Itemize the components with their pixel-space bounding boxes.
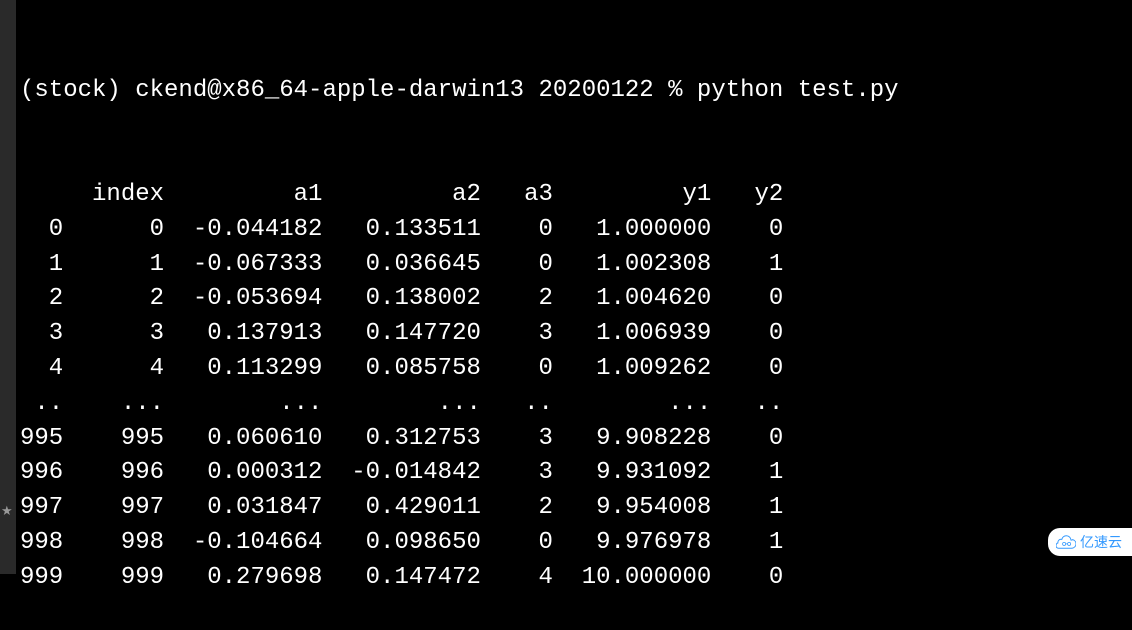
table-row: 4 4 0.113299 0.085758 0 1.009262 0 bbox=[20, 352, 1132, 387]
watermark-badge: 亿速云 bbox=[1048, 528, 1132, 556]
table-row: 999 999 0.279698 0.147472 4 10.000000 0 bbox=[20, 561, 1132, 596]
table-header: index a1 a2 a3 y1 y2 bbox=[20, 178, 1132, 213]
ide-sidebar: Favorites ★ bbox=[0, 0, 16, 574]
table-row: 996 996 0.000312 -0.014842 3 9.931092 1 bbox=[20, 456, 1132, 491]
table-row: 3 3 0.137913 0.147720 3 1.006939 0 bbox=[20, 317, 1132, 352]
table-row: 1 1 -0.067333 0.036645 0 1.002308 1 bbox=[20, 248, 1132, 283]
table-row: 997 997 0.031847 0.429011 2 9.954008 1 bbox=[20, 491, 1132, 526]
shell-prompt: (stock) ckend@x86_64-apple-darwin13 2020… bbox=[20, 74, 1132, 109]
cloud-icon bbox=[1056, 535, 1076, 549]
star-icon[interactable]: ★ bbox=[1, 503, 13, 522]
table-row: 0 0 -0.044182 0.133511 0 1.000000 0 bbox=[20, 213, 1132, 248]
table-row: 998 998 -0.104664 0.098650 0 9.976978 1 bbox=[20, 526, 1132, 561]
watermark-text: 亿速云 bbox=[1080, 532, 1122, 552]
dataframe-table: index a1 a2 a3 y1 y2 0 0 -0.044182 0.133… bbox=[20, 178, 1132, 596]
terminal-output[interactable]: (stock) ckend@x86_64-apple-darwin13 2020… bbox=[20, 0, 1132, 630]
table-ellipsis: .. ... ... ... .. ... .. bbox=[20, 387, 1132, 422]
table-row: 2 2 -0.053694 0.138002 2 1.004620 0 bbox=[20, 282, 1132, 317]
table-row: 995 995 0.060610 0.312753 3 9.908228 0 bbox=[20, 422, 1132, 457]
